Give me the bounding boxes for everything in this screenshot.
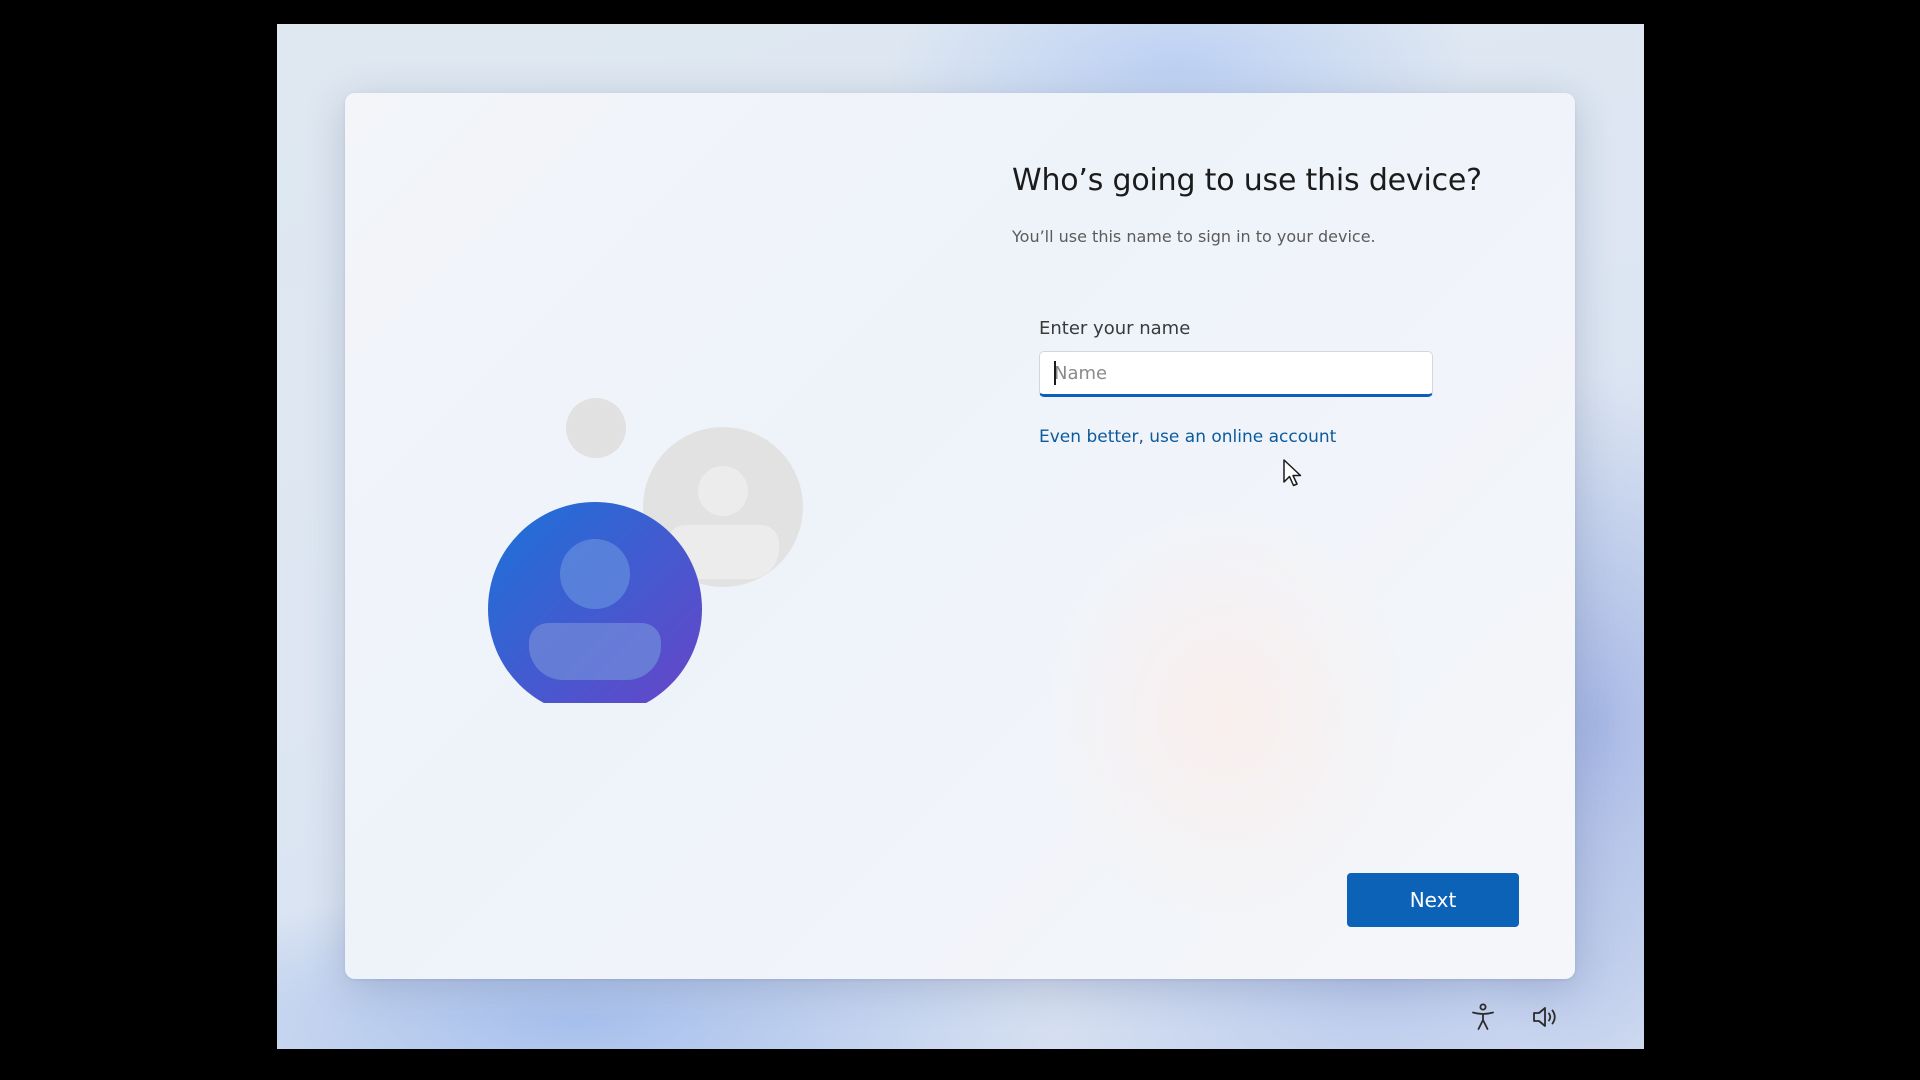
online-account-link[interactable]: Even better, use an online account bbox=[1039, 427, 1336, 447]
page-title: Who’s going to use this device? bbox=[1012, 163, 1482, 198]
accessibility-icon[interactable] bbox=[1468, 1002, 1498, 1032]
small-dot-decoration bbox=[566, 398, 626, 458]
user-avatars-icon bbox=[488, 398, 803, 703]
text-caret bbox=[1054, 361, 1056, 385]
setup-card: Who’s going to use this device? You’ll u… bbox=[345, 93, 1575, 979]
page-subtitle: You’ll use this name to sign in to your … bbox=[1012, 227, 1376, 246]
oobe-screen: Who’s going to use this device? You’ll u… bbox=[277, 24, 1644, 1049]
next-button[interactable]: Next bbox=[1347, 873, 1519, 927]
volume-icon[interactable] bbox=[1531, 1002, 1561, 1032]
mouse-pointer-icon bbox=[1283, 459, 1302, 487]
name-field-label: Enter your name bbox=[1039, 318, 1191, 339]
user-accounts-illustration bbox=[485, 383, 815, 703]
name-input[interactable] bbox=[1039, 351, 1433, 397]
